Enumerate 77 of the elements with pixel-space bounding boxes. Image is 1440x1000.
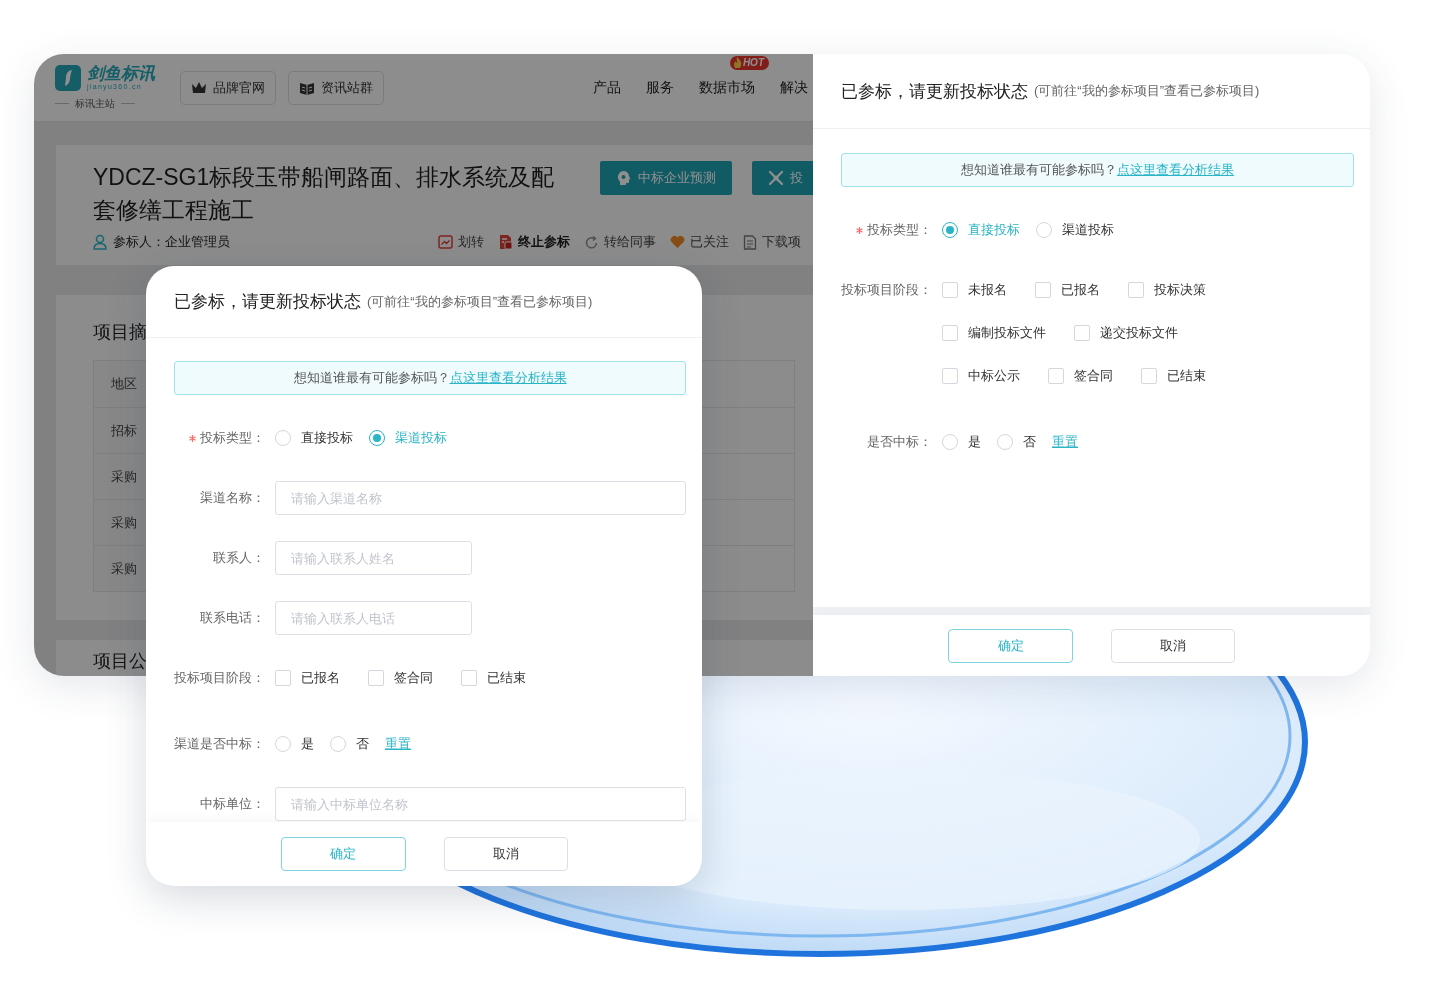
action-link[interactable]: 划转	[458, 233, 484, 251]
action-link[interactable]: 转给同事	[604, 233, 656, 251]
field-label: 投标项目阶段：	[841, 281, 932, 299]
option-label[interactable]: 是	[968, 433, 981, 451]
field-label: 中标单位：	[200, 795, 265, 813]
checkbox[interactable]	[1074, 325, 1090, 341]
person-icon	[93, 234, 107, 250]
option-label[interactable]: 未报名	[968, 281, 1007, 299]
cancel-button[interactable]: 取消	[1111, 628, 1235, 663]
logo-icon	[55, 64, 81, 91]
option-label[interactable]: 否	[356, 735, 369, 753]
option-label[interactable]: 投标决策	[1154, 281, 1206, 299]
document-icon	[498, 234, 513, 250]
option-label[interactable]: 编制投标文件	[968, 324, 1046, 342]
option-label[interactable]: 直接投标	[301, 429, 353, 447]
field-label: 投标项目阶段：	[174, 669, 265, 687]
dialog-subtitle: (可前往“我的参标项目”查看已参标项目)	[367, 292, 593, 311]
option-label[interactable]: 中标公示	[968, 367, 1020, 385]
header-link[interactable]: 品牌官网	[180, 70, 276, 105]
participant-text: 参标人：企业管理员	[113, 233, 230, 251]
checkbox[interactable]	[1141, 368, 1157, 384]
option-label[interactable]: 是	[301, 735, 314, 753]
field-label: 是否中标：	[867, 433, 932, 451]
logo-name: 剑鱼标讯	[87, 64, 155, 83]
project-title: YDCZ-SG1标段玉带船闸路面、排水系统及配套修缮工程施工	[93, 163, 556, 225]
header-link[interactable]: 资讯站群	[288, 70, 384, 105]
dialog-subtitle: (可前往“我的参标项目”查看已参标项目)	[1034, 82, 1260, 100]
checkbox[interactable]	[1035, 282, 1051, 298]
hot-badge: HOT	[729, 55, 769, 70]
refresh-icon	[584, 234, 599, 250]
section-title: 项目公	[93, 650, 148, 672]
option-label[interactable]: 签合同	[394, 669, 433, 687]
checkbox[interactable]	[461, 670, 477, 686]
field-label: 渠道是否中标：	[174, 735, 265, 753]
site-subtitle: 标讯主站	[75, 96, 115, 111]
section-title: 项目摘	[93, 321, 148, 343]
crown-icon	[191, 80, 207, 95]
option-label[interactable]: 已结束	[1167, 367, 1206, 385]
chart-icon	[438, 235, 453, 249]
option-label[interactable]: 否	[1023, 433, 1036, 451]
ai-head-icon	[616, 170, 632, 186]
field-label: 联系电话：	[200, 609, 265, 627]
action-link[interactable]: 下载项	[762, 233, 801, 251]
nav-link[interactable]: 数据市场	[699, 78, 755, 95]
file-icon	[743, 234, 757, 250]
input-field[interactable]: 请输入渠道名称	[275, 481, 686, 515]
checkbox[interactable]	[1128, 282, 1144, 298]
option-label[interactable]: 递交投标文件	[1100, 324, 1178, 342]
option-label[interactable]: 已结束	[487, 669, 526, 687]
option-label[interactable]: 签合同	[1074, 367, 1113, 385]
option-label[interactable]: 已报名	[301, 669, 340, 687]
dialog-title: 已参标，请更新投标状态	[174, 291, 361, 313]
dialog-title: 已参标，请更新投标状态	[841, 80, 1028, 103]
nav-link[interactable]: 产品	[593, 78, 621, 95]
action-link[interactable]: 已关注	[690, 233, 729, 251]
input-field[interactable]: 请输入联系人姓名	[275, 541, 472, 575]
action-link[interactable]: 终止参标	[518, 233, 570, 251]
checkbox[interactable]	[942, 368, 958, 384]
book-icon	[299, 80, 315, 95]
field-label: 投标类型：	[867, 221, 932, 239]
option-label[interactable]: 已报名	[1061, 281, 1100, 299]
checkbox[interactable]	[368, 670, 384, 686]
alert-text: 想知道谁最有可能参标吗？点这里查看分析结果	[961, 161, 1234, 179]
checkbox[interactable]	[1048, 368, 1064, 384]
checkbox[interactable]	[275, 670, 291, 686]
cancel-button[interactable]: 取消	[443, 837, 568, 871]
nav-link[interactable]: 解决	[780, 78, 808, 95]
flame-icon	[732, 57, 742, 68]
heart-icon	[670, 235, 685, 249]
checkbox[interactable]	[942, 325, 958, 341]
input-field[interactable]: 请输入联系人电话	[275, 601, 472, 635]
alert-text: 想知道谁最有可能参标吗？点这里查看分析结果	[293, 369, 567, 387]
checkbox[interactable]	[942, 282, 958, 298]
input-field[interactable]: 请输入中标单位名称	[275, 787, 686, 821]
option-label[interactable]: 渠道投标	[1062, 221, 1114, 239]
nav-link[interactable]: 服务	[646, 78, 674, 95]
network-icon	[768, 170, 784, 186]
